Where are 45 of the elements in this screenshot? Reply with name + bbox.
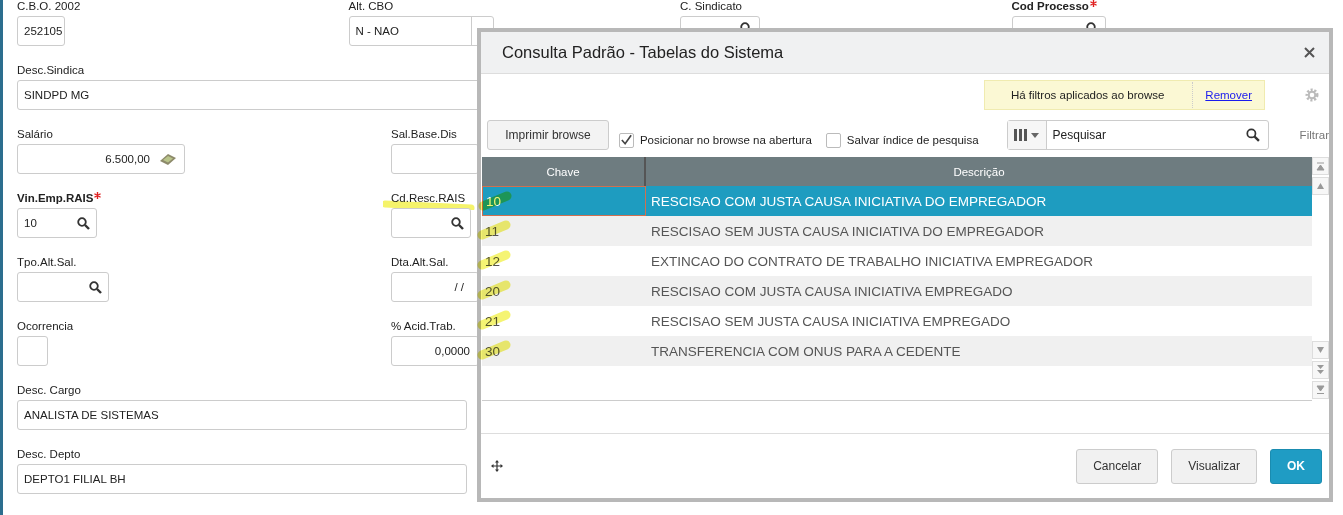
- field-label: C. Sindicato: [680, 0, 742, 12]
- field-label: Vin.Emp.RAIS: [17, 192, 94, 204]
- print-button[interactable]: Imprimir browse: [487, 120, 609, 150]
- filter-label[interactable]: Filtrar: [1299, 129, 1329, 141]
- column-header[interactable]: Descrição: [646, 157, 1312, 186]
- dialog-button[interactable]: Visualizar: [1171, 448, 1257, 484]
- table-cell-text: RESCISAO SEM JUSTA CAUSA INICIATIVA DO EMPREGADOR: [650, 222, 1046, 241]
- table-cell-text: RESCISAO SEM JUSTA CAUSA INICIATIVA EMPREGADO: [650, 312, 1012, 331]
- checkbox-label: Salvar índice de pesquisa: [846, 134, 979, 146]
- field-label: C.B.O. 2002: [17, 0, 81, 12]
- checkbox-label: Posicionar no browse na abertura: [639, 134, 812, 146]
- field-label: Tpo.Alt.Sal.: [17, 256, 77, 268]
- field-label: Desc.Sindica: [17, 64, 85, 76]
- input-field[interactable]: 6.500,00: [17, 144, 185, 174]
- input-field[interactable]: 10: [17, 208, 97, 238]
- table-cell: 20: [482, 276, 646, 306]
- dialog-button[interactable]: Cancelar: [1076, 448, 1159, 484]
- table-cell: 21: [482, 306, 646, 336]
- table-cell-text: TRANSFERENCIA COM ONUS PARA A CEDENTE: [650, 342, 962, 361]
- field-label: Ocorrencia: [17, 320, 74, 332]
- field-label: Salário: [17, 128, 53, 140]
- dialog-title: Consulta Padrão - Tabelas do Sistema: [502, 43, 784, 62]
- table-cell-text: RESCISAO COM JUSTA CAUSA INICIATIVA EMPREGADO: [650, 282, 1014, 301]
- remove-link[interactable]: Remover: [1193, 89, 1264, 101]
- field-label: Desc. Cargo: [17, 384, 81, 396]
- input-field[interactable]: 252105: [17, 16, 65, 46]
- input-field[interactable]: N - NAO: [348, 16, 494, 46]
- table-cell-text: RESCISAO COM JUSTA CAUSA INICIATIVA DO EMPREGADOR: [650, 192, 1048, 211]
- input-field[interactable]: ANALISTA DE SISTEMAS: [17, 400, 467, 430]
- table-cell: 12: [482, 246, 646, 276]
- field-label: Cod Processo: [1011, 0, 1089, 12]
- field-label: Alt. CBO: [348, 0, 394, 12]
- table-cell-text: EXTINCAO DO CONTRATO DE TRABALHO INICIATIVA EMPREGADOR: [650, 252, 1095, 271]
- search-box[interactable]: Pesquisar: [1006, 120, 1269, 150]
- table-cell: 30: [482, 336, 646, 366]
- notice-text: Há filtros aplicados ao browse: [984, 82, 1194, 108]
- field-label: Cd.Resc.RAIS: [391, 192, 466, 204]
- field-label: Sal.Base.Dis: [391, 128, 457, 140]
- input-field[interactable]: / /: [391, 272, 479, 302]
- field-label: % Acid.Trab.: [391, 320, 456, 332]
- input-field[interactable]: 0,0000: [391, 336, 479, 366]
- table-cell: 11: [482, 216, 646, 246]
- field-label: Dta.Alt.Sal.: [391, 256, 449, 268]
- input-field[interactable]: DEPTO1 FILIAL BH: [17, 464, 467, 494]
- field-label: Desc. Depto: [17, 448, 81, 460]
